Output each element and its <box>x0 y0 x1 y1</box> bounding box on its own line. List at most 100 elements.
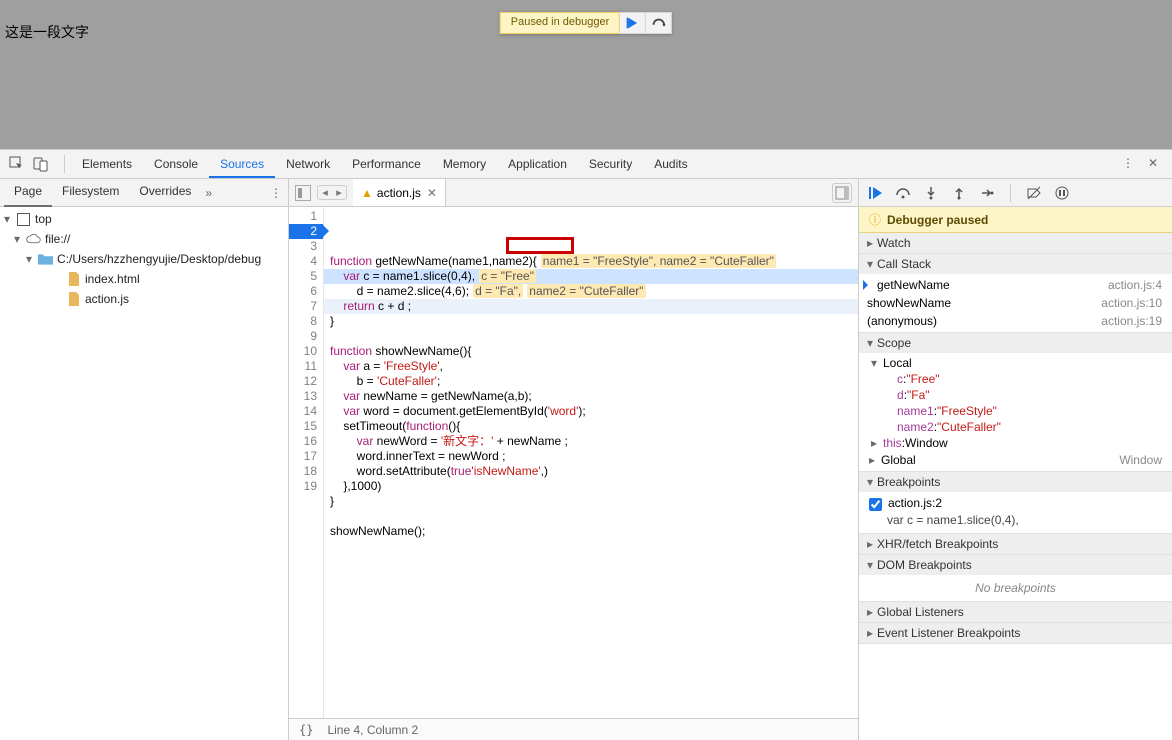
resume-icon[interactable] <box>867 185 883 201</box>
breakpoint-checkbox[interactable] <box>869 498 882 511</box>
step-over-icon[interactable] <box>895 185 911 201</box>
navigator-more-icon[interactable]: » <box>205 186 212 200</box>
code-line-5[interactable]: } <box>324 314 858 329</box>
scope-local[interactable]: ▾Local <box>859 355 1172 371</box>
editor-tab-label: action.js <box>377 186 421 200</box>
code-line-7[interactable]: function showNewName(){ <box>324 344 858 359</box>
tree-file-action-label: action.js <box>85 292 129 306</box>
tab-security[interactable]: Security <box>578 150 643 178</box>
breakpoint-item[interactable]: action.js:2 <box>859 494 1172 513</box>
breakpoints-section[interactable]: ▾Breakpoints <box>859 472 1172 492</box>
close-tab-icon[interactable]: ✕ <box>427 186 437 200</box>
scope-section[interactable]: ▾Scope <box>859 333 1172 353</box>
overlay-resume-button[interactable] <box>620 12 646 34</box>
kebab-menu-icon[interactable]: ⋮ <box>1122 156 1138 172</box>
nav-tab-page[interactable]: Page <box>4 178 52 207</box>
code-line-12[interactable]: setTimeout(function(){ <box>324 419 858 434</box>
code-line-1[interactable]: function getNewName(name1,name2){name1 =… <box>324 254 858 269</box>
code-line-4[interactable]: return c + d ; <box>324 299 858 314</box>
xhr-bp-section[interactable]: ▸XHR/fetch Breakpoints <box>859 534 1172 554</box>
stack-frame[interactable]: (anonymous)action.js:19 <box>859 312 1172 330</box>
overlay-stepover-button[interactable] <box>646 12 672 34</box>
dom-bp-section[interactable]: ▾DOM Breakpoints <box>859 555 1172 575</box>
tree-folder[interactable]: ▾ C:/Users/hzzhengyujie/Desktop/debug <box>0 249 288 269</box>
debugger-toolbar <box>859 179 1172 207</box>
pretty-print-icon[interactable]: {} <box>299 723 313 737</box>
tree-top[interactable]: ▾ top <box>0 209 288 229</box>
callstack-section[interactable]: ▾Call Stack <box>859 254 1172 274</box>
nav-tab-filesystem[interactable]: Filesystem <box>52 178 129 207</box>
cursor-position: Line 4, Column 2 <box>327 723 418 737</box>
navigator-kebab-icon[interactable]: ⋮ <box>270 186 282 200</box>
code-line-11[interactable]: var word = document.getElementById('word… <box>324 404 858 419</box>
device-toggle-icon[interactable] <box>32 155 50 173</box>
code-line-17[interactable]: } <box>324 494 858 509</box>
tab-sources[interactable]: Sources <box>209 150 275 178</box>
inspect-element-icon[interactable] <box>8 155 26 173</box>
paused-message: Paused in debugger <box>500 12 620 34</box>
code-line-14[interactable]: word.innerText = newWord ; <box>324 449 858 464</box>
step-into-icon[interactable] <box>923 185 939 201</box>
code-line-13[interactable]: var newWord = '新文字：' + newName ; <box>324 434 858 449</box>
editor-pane: ◂▸ ▲ action.js ✕ 12345678910111213141516… <box>289 179 859 740</box>
code-line-6[interactable] <box>324 329 858 344</box>
debugger-status-text: Debugger paused <box>887 213 988 227</box>
code-line-3[interactable]: d = name2.slice(4,6);d = "Fa",name2 = "C… <box>324 284 858 299</box>
nav-tab-overrides[interactable]: Overrides <box>129 178 201 207</box>
scope-variable[interactable]: name2: "CuteFaller" <box>859 419 1172 435</box>
tree-top-label: top <box>35 212 52 226</box>
watch-section[interactable]: ▸Watch <box>859 233 1172 253</box>
tab-application[interactable]: Application <box>497 150 578 178</box>
tree-scheme-label: file:// <box>45 232 70 246</box>
breakpoint-file: action.js:2 <box>888 496 942 510</box>
editor-tab-action[interactable]: ▲ action.js ✕ <box>353 179 446 206</box>
no-breakpoints: No breakpoints <box>859 575 1172 601</box>
scope-variable[interactable]: name1: "FreeStyle" <box>859 403 1172 419</box>
tree-file-index-label: index.html <box>85 272 140 286</box>
code-line-18[interactable] <box>324 509 858 524</box>
info-icon: ⓘ <box>869 211 881 228</box>
page-viewport: 这是一段文字 Paused in debugger <box>0 0 1172 149</box>
code-line-10[interactable]: var newName = getNewName(a,b); <box>324 389 858 404</box>
toggle-sidebar-icon[interactable] <box>832 183 852 203</box>
file-nav-arrows[interactable]: ◂▸ <box>317 185 347 200</box>
tab-performance[interactable]: Performance <box>341 150 432 178</box>
code-line-19[interactable]: showNewName(); <box>324 524 858 539</box>
event-bp-section[interactable]: ▸Event Listener Breakpoints <box>859 623 1172 643</box>
code-line-2[interactable]: var c = name1.slice(0,4),c = "Free" <box>324 269 858 284</box>
pause-exceptions-icon[interactable] <box>1054 185 1070 201</box>
scope-variable[interactable]: c: "Free" <box>859 371 1172 387</box>
global-listeners-section[interactable]: ▸Global Listeners <box>859 602 1172 622</box>
scope-variable[interactable]: d: "Fa" <box>859 387 1172 403</box>
step-out-icon[interactable] <box>951 185 967 201</box>
tab-audits[interactable]: Audits <box>643 150 698 178</box>
stack-frame[interactable]: showNewNameaction.js:10 <box>859 294 1172 312</box>
close-devtools-icon[interactable]: ✕ <box>1148 156 1164 172</box>
tab-network[interactable]: Network <box>275 150 341 178</box>
code-line-15[interactable]: word.setAttribute(true'isNewName',) <box>324 464 858 479</box>
file-tree[interactable]: ▾ top ▾ file:// ▾ C:/Users/hzzhengyujie/… <box>0 207 288 740</box>
devtools-tabbar: ElementsConsoleSourcesNetworkPerformance… <box>0 150 1172 179</box>
code-editor[interactable]: 12345678910111213141516171819 function g… <box>289 207 858 718</box>
tree-file-action[interactable]: action.js <box>0 289 288 309</box>
code-line-9[interactable]: b = 'CuteFaller'; <box>324 374 858 389</box>
deactivate-bp-icon[interactable] <box>1026 185 1042 201</box>
cloud-icon <box>26 232 41 247</box>
tree-scheme[interactable]: ▾ file:// <box>0 229 288 249</box>
folder-icon <box>38 252 53 267</box>
tab-elements[interactable]: Elements <box>71 150 143 178</box>
scope-this[interactable]: ▸this: Window <box>859 435 1172 451</box>
tree-file-index[interactable]: index.html <box>0 269 288 289</box>
tab-memory[interactable]: Memory <box>432 150 497 178</box>
toggle-navigator-icon[interactable] <box>295 185 311 201</box>
tab-console[interactable]: Console <box>143 150 209 178</box>
code-line-16[interactable]: },1000) <box>324 479 858 494</box>
code-line-8[interactable]: var a = 'FreeStyle', <box>324 359 858 374</box>
devtools-panel: ElementsConsoleSourcesNetworkPerformance… <box>0 149 1172 740</box>
scope-global[interactable]: ▸GlobalWindow <box>859 451 1172 469</box>
stack-frame[interactable]: getNewNameaction.js:4 <box>859 276 1172 294</box>
breakpoint-preview: var c = name1.slice(0,4), <box>859 513 1172 531</box>
warning-icon: ▲ <box>361 186 373 200</box>
step-icon[interactable] <box>979 185 995 201</box>
debugger-pane: ⓘ Debugger paused ▸Watch ▾Call Stack get… <box>859 179 1172 740</box>
